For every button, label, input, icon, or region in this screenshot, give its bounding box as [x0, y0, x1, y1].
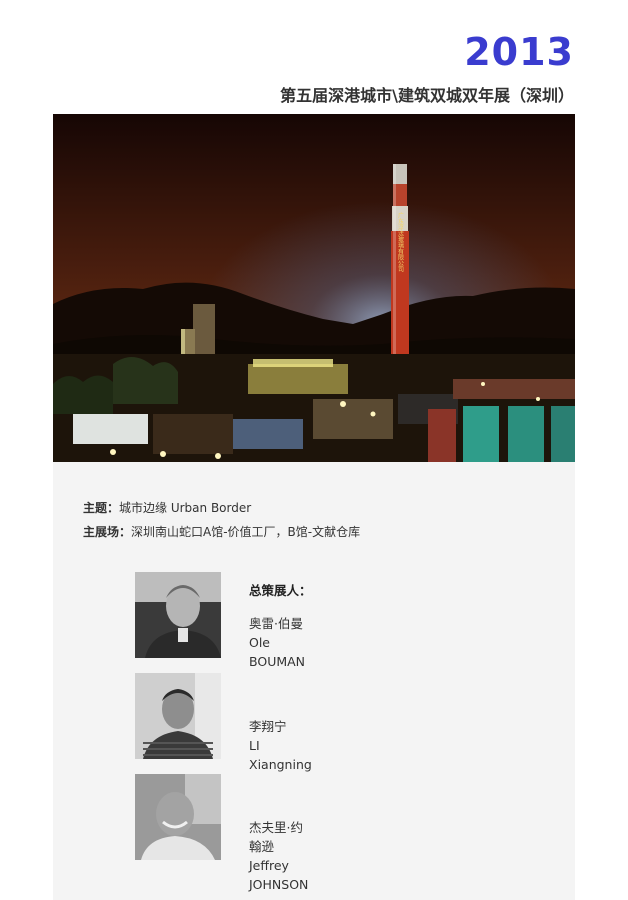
curator-photo [135, 572, 221, 658]
info-panel: 主题：城市边缘 Urban Border 主展场：深圳南山蛇口A馆-价值工厂，B… [53, 462, 575, 900]
theme-label: 主题： [83, 501, 120, 515]
year-heading: 2013 [464, 30, 574, 74]
curator-name-cn: 杰夫里·约翰逊 [249, 820, 303, 854]
chief-curators-heading: 总策展人： [249, 583, 312, 598]
venue-value: 深圳南山蛇口A馆-价值工厂，B馆-文献仓库 [131, 525, 361, 539]
venue-label: 主展场： [83, 525, 132, 539]
curator-name-en: LI Xiangning [249, 738, 312, 772]
hero-photo: 广东浮法玻璃有限公司 [53, 114, 575, 462]
curator-photo [135, 774, 221, 860]
theme-value: 城市边缘 Urban Border [119, 501, 252, 515]
venue-line: 主展场：深圳南山蛇口A馆-价值工厂，B馆-文献仓库 [83, 523, 360, 540]
curator-name-en: Jeffrey JOHNSON [249, 858, 309, 892]
curator-name-en: Ole BOUMAN [249, 635, 306, 669]
exhibition-title: 第五届深港城市\建筑双城双年展（深圳） [280, 86, 574, 105]
curator-photo [135, 673, 221, 759]
curator-name-cn: 奥雷·伯曼 [249, 616, 303, 631]
svg-text:广东浮法玻璃有限公司: 广东浮法玻璃有限公司 [397, 211, 404, 272]
theme-line: 主题：城市边缘 Urban Border [83, 499, 251, 516]
curator-name-cn: 李翔宁 [249, 719, 287, 734]
